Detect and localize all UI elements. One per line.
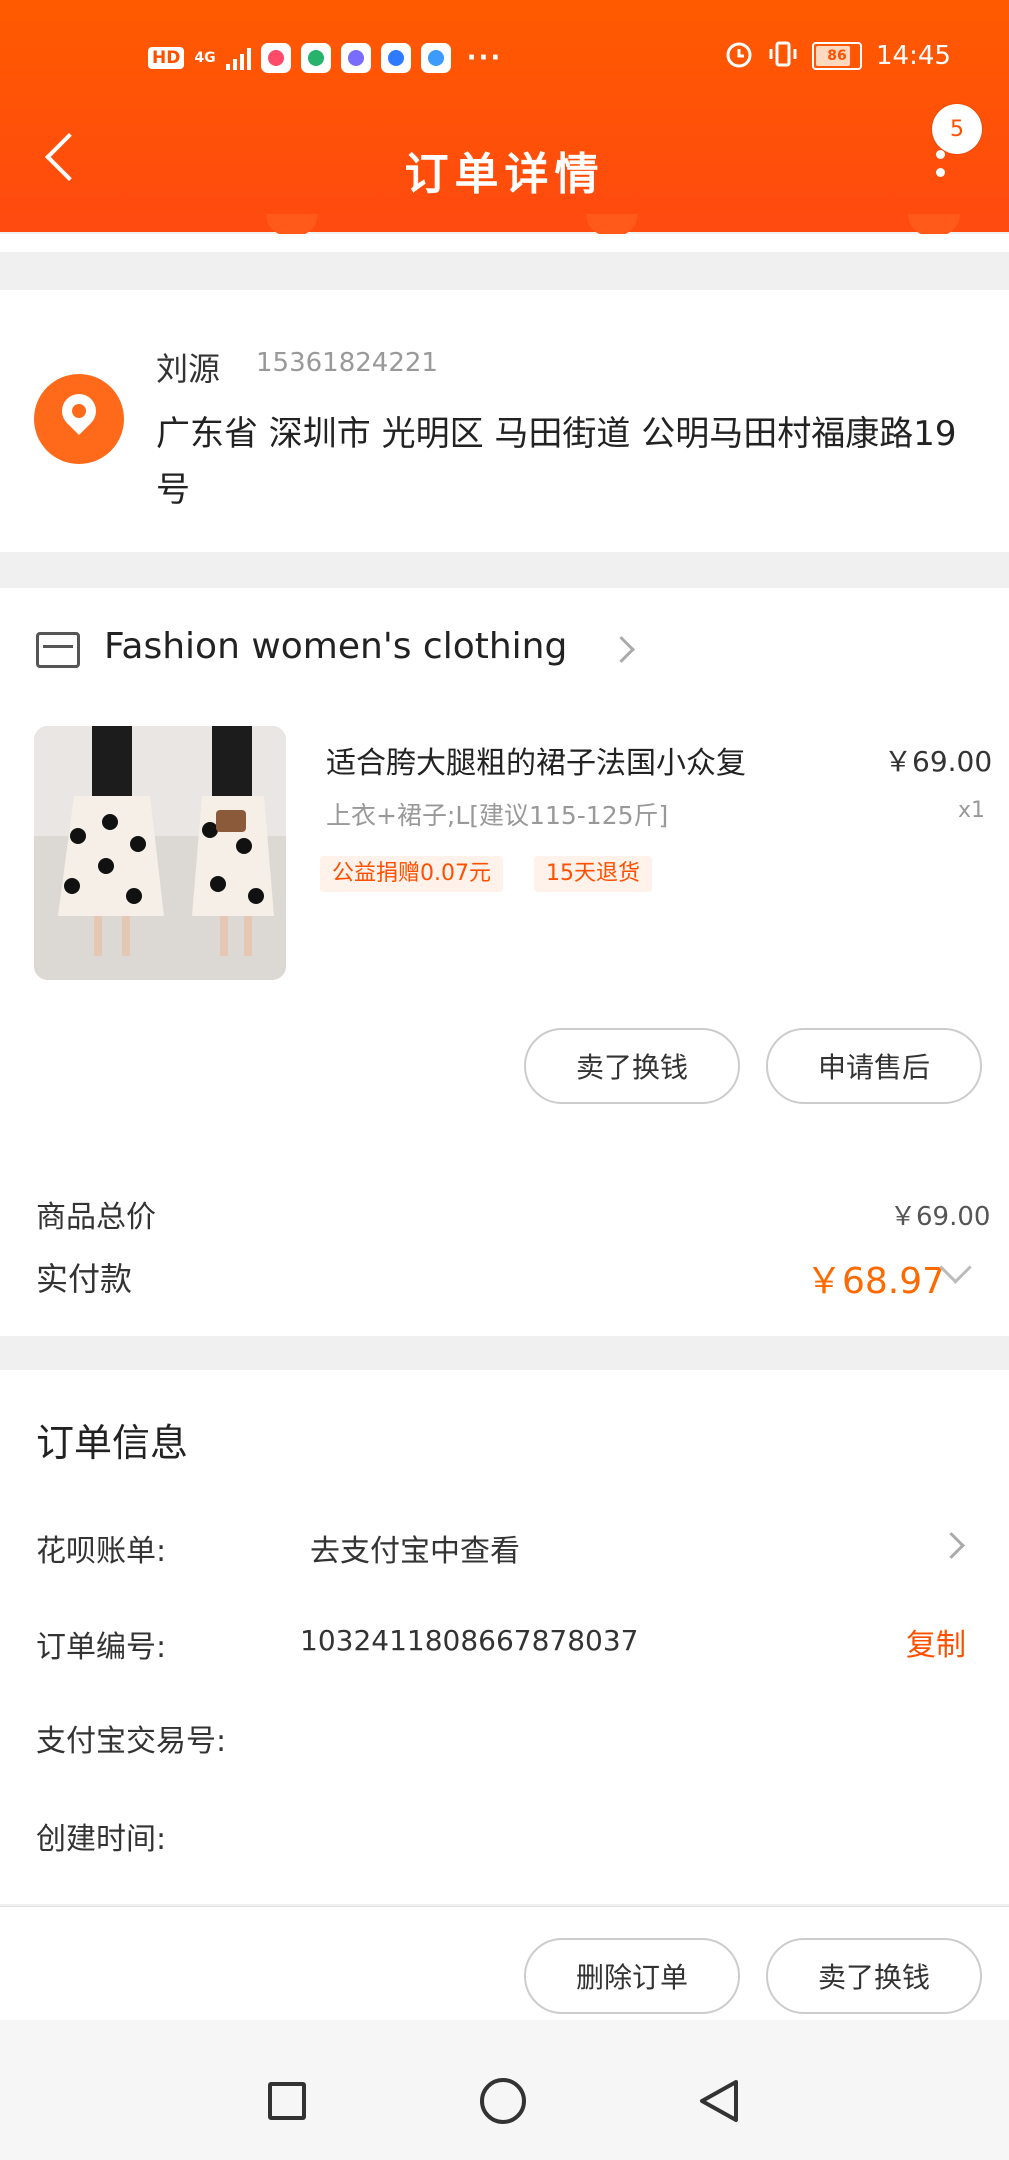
ifly-app-icon — [420, 43, 451, 73]
charity-tag: 公益捐赠0.07元 — [320, 856, 503, 892]
location-pin-icon — [34, 374, 124, 464]
after-sale-button[interactable]: 申请售后 — [766, 1028, 982, 1104]
order-info-title: 订单信息 — [36, 1421, 189, 1465]
status-bar-right: 86 14:45 — [724, 36, 951, 76]
status-bar-left: HD 4G ··· — [148, 40, 502, 76]
huabei-label: 花呗账单: — [36, 1534, 167, 1569]
header-bump — [266, 214, 318, 236]
network-type: 4G — [194, 50, 216, 66]
goods-total-value: ￥69.00 — [890, 1202, 991, 1232]
health-app-icon — [260, 43, 291, 73]
goods-total-label: 商品总价 — [36, 1200, 156, 1235]
return-policy-tag: 15天退货 — [534, 856, 652, 892]
created-time-label: 创建时间: — [36, 1822, 167, 1857]
delete-order-button[interactable]: 删除订单 — [524, 1938, 740, 2014]
sell-item-button[interactable]: 卖了换钱 — [524, 1028, 740, 1104]
back-nav-icon[interactable] — [696, 2078, 740, 2128]
vibrate-icon — [768, 39, 798, 73]
header-bump — [586, 214, 638, 236]
paid-amount-label: 实付款 — [36, 1260, 133, 1298]
product-price: ￥69.00 — [884, 745, 993, 778]
alipay-trade-label: 支付宝交易号: — [36, 1724, 227, 1759]
product-sku: 上衣+裙子;L[建议115-125斤] — [326, 801, 669, 830]
clock: 14:45 — [876, 41, 951, 71]
recipient-name: 刘源 — [156, 350, 221, 388]
product-image[interactable] — [34, 726, 286, 980]
recipient-address: 广东省 深圳市 光明区 马田街道 公明马田村福康路19号 — [156, 414, 957, 510]
signal-icon — [225, 46, 251, 70]
copy-order-number-button[interactable]: 复制 — [906, 1620, 966, 1664]
chat-app-icon — [300, 43, 331, 73]
battery-icon: 86 — [812, 42, 862, 70]
paid-amount-value: ￥68.97 — [806, 1261, 946, 1302]
progress-card-bottom — [0, 234, 1009, 252]
order-number-label: 订单编号: — [36, 1630, 167, 1665]
more-notifications-icon: ··· — [466, 43, 503, 73]
photo-app-icon — [340, 43, 371, 73]
recipient-phone: 15361824221 — [256, 348, 438, 378]
order-number-value: 1032411808667878037 — [300, 1624, 639, 1657]
page-title: 订单详情 — [404, 149, 605, 200]
recent-apps-icon[interactable] — [268, 2082, 306, 2120]
product-quantity: x1 — [958, 798, 986, 823]
more-vertical-icon[interactable] — [936, 150, 946, 186]
store-icon — [36, 632, 80, 668]
product-title[interactable]: 适合胯大腿粗的裙子法国小众复 — [326, 738, 866, 782]
huabei-link[interactable]: 去支付宝中查看 — [310, 1526, 520, 1570]
sell-order-button[interactable]: 卖了换钱 — [766, 1938, 982, 2014]
header-bump — [908, 214, 960, 236]
message-count-badge: 5 — [932, 104, 982, 154]
music-app-icon — [380, 43, 411, 73]
home-icon[interactable] — [480, 2078, 526, 2124]
hd-indicator: HD — [148, 47, 185, 69]
store-name[interactable]: Fashion women's clothing — [104, 626, 567, 667]
alarm-icon — [724, 39, 754, 73]
